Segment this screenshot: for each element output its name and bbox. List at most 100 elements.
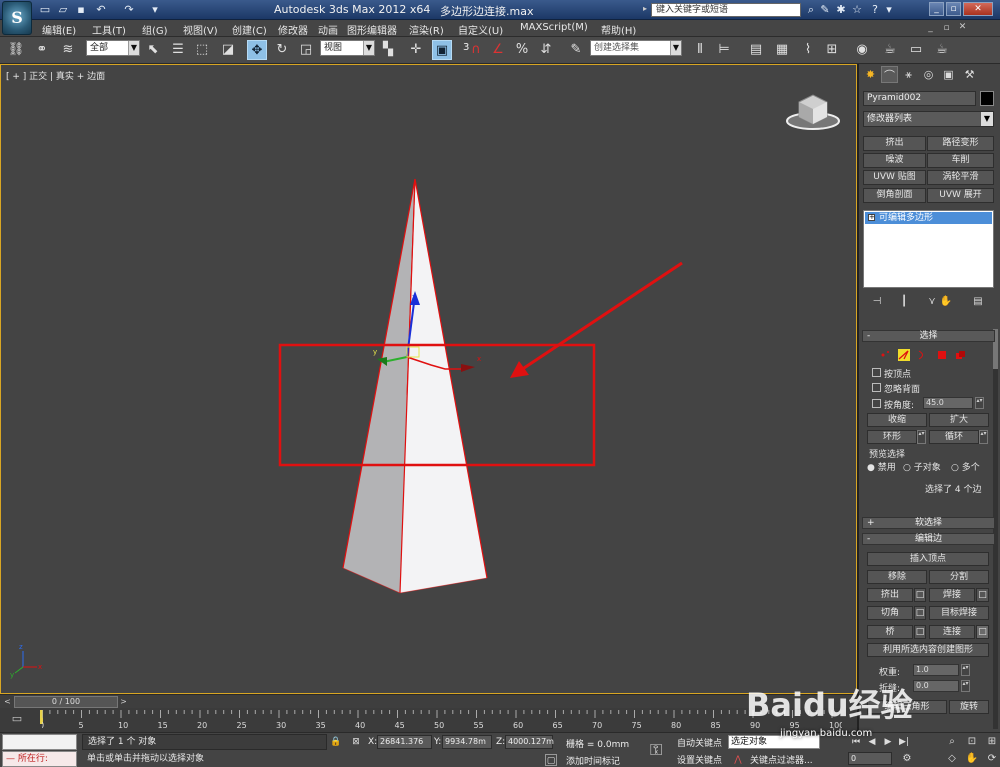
viewport-scene[interactable]: z y x z x y: [1, 65, 858, 695]
select-and-move-icon[interactable]: ✥: [247, 40, 267, 60]
modifier-bevel-profile-button[interactable]: 倒角剖面: [863, 188, 926, 203]
target-weld-button[interactable]: 目标焊接: [929, 606, 989, 620]
binoculars-icon[interactable]: ⌕: [804, 3, 818, 17]
perspective-viewport[interactable]: z y x z x y [ + ] 正交 | 真实 + 边面: [0, 64, 857, 694]
rectangular-selection-icon[interactable]: ⬚: [192, 40, 212, 60]
object-color-swatch[interactable]: [980, 91, 994, 106]
make-unique-icon[interactable]: ⋎: [925, 295, 939, 308]
menu-edit[interactable]: 编辑(E): [42, 22, 76, 37]
extrude-settings-button[interactable]: □: [914, 588, 926, 602]
lock-selection-icon[interactable]: 🔒: [330, 736, 342, 748]
new-file-icon[interactable]: ▭: [38, 3, 52, 16]
remove-button[interactable]: 移除: [867, 570, 927, 584]
pivot-center-icon[interactable]: ▚: [378, 40, 398, 60]
grow-button[interactable]: 扩大: [929, 413, 989, 427]
pyramid-object[interactable]: [342, 178, 488, 594]
bind-space-warp-icon[interactable]: ≋: [58, 40, 78, 60]
snaps-toggle-icon[interactable]: ∩: [466, 40, 486, 60]
save-file-icon[interactable]: ▪: [74, 3, 88, 16]
menu-help[interactable]: 帮助(H): [601, 22, 636, 37]
app-logo[interactable]: S: [2, 1, 32, 35]
connect-settings-button[interactable]: □: [976, 625, 989, 639]
vertex-mode-icon[interactable]: [879, 349, 891, 361]
modifier-noise-button[interactable]: 噪波: [863, 153, 926, 168]
weld-settings-button[interactable]: □: [976, 588, 989, 602]
chamfer-button[interactable]: 切角: [867, 606, 913, 620]
modifier-lathe-button[interactable]: 车削: [927, 153, 994, 168]
material-editor-icon[interactable]: ◉: [852, 40, 872, 60]
maxscript-mini-listener[interactable]: [2, 734, 77, 750]
rendered-frame-window-icon[interactable]: ▭: [906, 40, 926, 60]
modifier-turbosmooth-button[interactable]: 涡轮平滑: [927, 170, 994, 185]
insert-vertex-button[interactable]: 插入顶点: [867, 552, 989, 566]
window-crossing-icon[interactable]: ◪: [218, 40, 238, 60]
doc-restore-icon[interactable]: ▫: [940, 22, 953, 34]
time-tag-icon[interactable]: ▢: [545, 754, 557, 766]
doc-minimize-icon[interactable]: _: [924, 22, 937, 34]
ring-spinner[interactable]: ▴▾: [917, 430, 926, 444]
schematic-view-icon[interactable]: ⊞: [822, 40, 842, 60]
menu-graph-editors[interactable]: 图形编辑器: [347, 22, 397, 37]
link-icon[interactable]: ⛓: [6, 40, 26, 60]
field-of-view-icon[interactable]: ◇: [945, 752, 959, 766]
current-frame-field[interactable]: 0: [848, 752, 892, 765]
menu-create[interactable]: 创建(C): [232, 22, 267, 37]
unlink-icon[interactable]: ⚭: [32, 40, 52, 60]
menu-tools[interactable]: 工具(T): [92, 22, 126, 37]
doc-close-icon[interactable]: ✕: [956, 22, 969, 34]
stack-item-editable-poly[interactable]: + 可编辑多边形: [865, 212, 992, 224]
bridge-settings-button[interactable]: □: [914, 625, 926, 639]
quick-access-dropdown-icon[interactable]: ▾: [148, 3, 162, 16]
configure-sets-icon[interactable]: ▤: [971, 295, 985, 308]
maximize-viewport-icon[interactable]: ⊞: [985, 735, 999, 749]
by-vertex-checkbox[interactable]: [872, 368, 881, 377]
curve-editor-icon[interactable]: ⌇: [798, 40, 818, 60]
redo-icon[interactable]: ↷: [122, 3, 136, 16]
z-coordinate-field[interactable]: 4000.127m: [505, 735, 554, 749]
weight-field[interactable]: 1.0: [913, 664, 959, 676]
border-mode-icon[interactable]: [916, 349, 928, 361]
open-file-icon[interactable]: ▱: [56, 3, 70, 16]
spinner-snap-icon[interactable]: ⇵: [536, 40, 556, 60]
pin-stack-icon[interactable]: ⊣: [870, 295, 884, 308]
modify-tab-icon[interactable]: ⌒: [881, 66, 898, 83]
keyboard-shortcut-override-icon[interactable]: ▣: [432, 40, 452, 60]
time-slider-thumb[interactable]: 0 / 100: [14, 696, 118, 708]
shrink-button[interactable]: 收缩: [867, 413, 927, 427]
search-expand-icon[interactable]: ▸: [643, 4, 647, 13]
time-slider[interactable]: < 0 / 100 >: [0, 694, 857, 708]
select-by-name-icon[interactable]: ☰: [168, 40, 188, 60]
viewcube[interactable]: [785, 90, 841, 132]
modifier-path-deform-button[interactable]: 路径变形: [927, 136, 994, 151]
create-tab-icon[interactable]: ✸: [862, 66, 879, 83]
modifier-extrude-button[interactable]: 挤出: [863, 136, 926, 151]
menu-group[interactable]: 组(G): [142, 22, 168, 37]
layer-manager-icon[interactable]: ▤: [746, 40, 766, 60]
modifier-uvw-map-button[interactable]: UVW 贴图: [863, 170, 926, 185]
select-and-scale-icon[interactable]: ◲: [296, 40, 316, 60]
modifier-unwrap-uvw-button[interactable]: UVW 展开: [927, 188, 994, 203]
polygon-mode-icon[interactable]: [936, 349, 948, 361]
ignore-backfacing-checkbox[interactable]: [872, 383, 881, 392]
chamfer-settings-button[interactable]: □: [914, 606, 926, 620]
connect-button[interactable]: 连接: [929, 625, 975, 639]
listener-line[interactable]: — 所在行:: [2, 751, 77, 767]
graphite-ribbon-icon[interactable]: ▦: [772, 40, 792, 60]
edit-triangulation-button[interactable]: 编辑三角形: [867, 700, 947, 714]
pan-icon[interactable]: ✋: [965, 752, 979, 766]
menu-animation[interactable]: 动画: [318, 22, 338, 37]
reference-coordinate-dropdown[interactable]: 视图 ▼: [320, 40, 375, 56]
split-button[interactable]: 分割: [929, 570, 989, 584]
remove-modifier-icon[interactable]: ✋: [939, 295, 953, 308]
next-frame-icon[interactable]: ▶|: [896, 735, 912, 749]
weight-spinner[interactable]: ▴▾: [961, 664, 970, 676]
preview-subobject-radio[interactable]: ○ 子对象: [903, 460, 941, 473]
absolute-mode-icon[interactable]: ⊠: [350, 736, 362, 748]
angle-snap-icon[interactable]: ∠: [488, 40, 508, 60]
zoom-icon[interactable]: ⌕: [945, 735, 959, 749]
y-coordinate-field[interactable]: 9934.78m: [442, 735, 492, 749]
mini-curve-editor-icon[interactable]: ▭: [8, 712, 26, 726]
preview-multi-radio[interactable]: ○ 多个: [951, 460, 980, 473]
time-config-icon[interactable]: ⚙: [900, 752, 914, 766]
modifier-list-dropdown[interactable]: 修改器列表 ▼: [863, 111, 994, 127]
